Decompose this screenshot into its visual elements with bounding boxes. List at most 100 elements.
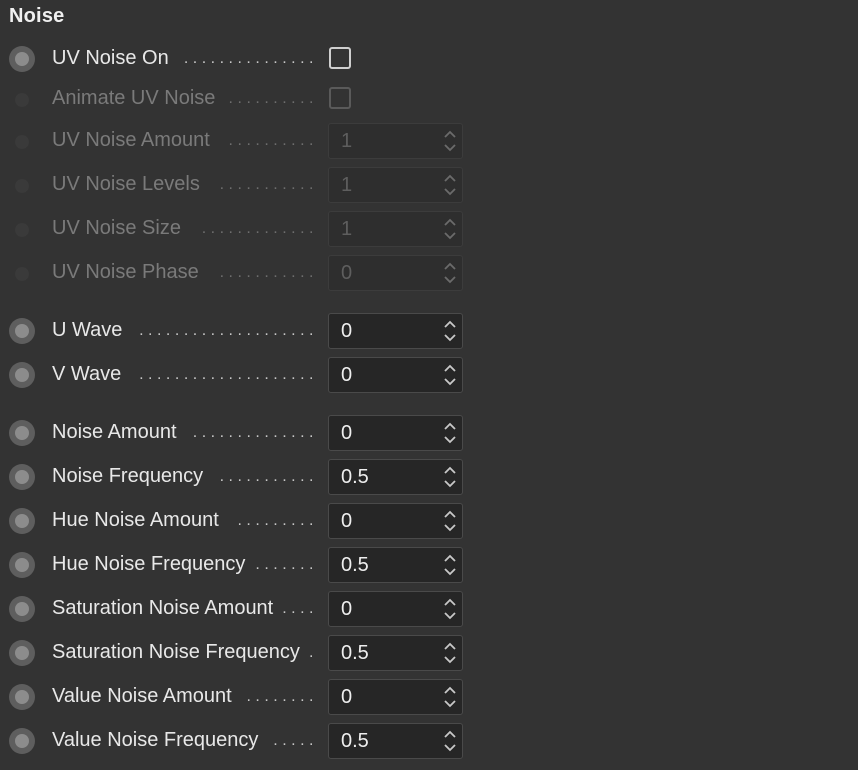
param-row-value-noise-amount: Value Noise Amount........ 0 bbox=[0, 678, 858, 716]
param-row-value-noise-frequency: Value Noise Frequency..... 0.5 bbox=[0, 722, 858, 760]
param-label: Value Noise Amount bbox=[52, 685, 232, 707]
spinner-arrows-icon[interactable] bbox=[443, 684, 457, 710]
field-value: 0.5 bbox=[341, 466, 369, 488]
leader-dots: .............. bbox=[192, 424, 318, 441]
keyframe-circle-icon bbox=[15, 93, 29, 107]
keyframe-circle-icon bbox=[15, 267, 29, 281]
leader-dots: ........... bbox=[219, 468, 318, 485]
spinner-arrows-icon bbox=[443, 128, 457, 154]
keyframe-circle-icon bbox=[15, 179, 29, 193]
u-wave-input[interactable]: 0 bbox=[328, 313, 463, 349]
keyframe-circle-icon[interactable] bbox=[9, 640, 35, 666]
keyframe-circle-icon[interactable] bbox=[9, 362, 35, 388]
leader-dots: .......... bbox=[228, 90, 318, 107]
keyframe-circle-icon[interactable] bbox=[9, 596, 35, 622]
leader-dots: ............. bbox=[201, 220, 318, 237]
field-value: 1 bbox=[341, 130, 353, 152]
field-value: 0 bbox=[341, 598, 353, 620]
saturation-noise-amount-input[interactable]: 0 bbox=[328, 591, 463, 627]
spinner-arrows-icon[interactable] bbox=[443, 508, 457, 534]
spinner-arrows-icon[interactable] bbox=[443, 420, 457, 446]
keyframe-circle-icon[interactable] bbox=[9, 46, 35, 72]
leader-dots: . bbox=[309, 644, 318, 661]
spinner-arrows-icon[interactable] bbox=[443, 640, 457, 666]
param-label: UV Noise Phase bbox=[52, 261, 199, 283]
field-value: 0 bbox=[341, 686, 353, 708]
spinner-arrows-icon[interactable] bbox=[443, 362, 457, 388]
param-label: Saturation Noise Amount bbox=[52, 597, 274, 619]
animate-uv-noise-checkbox bbox=[329, 87, 351, 109]
hue-noise-amount-input[interactable]: 0 bbox=[328, 503, 463, 539]
param-row-saturation-noise-amount: Saturation Noise Amount.... 0 bbox=[0, 590, 858, 628]
leader-dots: .................... bbox=[139, 366, 318, 383]
uv-noise-levels-input: 1 bbox=[328, 167, 463, 203]
spinner-arrows-icon bbox=[443, 260, 457, 286]
field-value: 0.5 bbox=[341, 554, 369, 576]
spinner-arrows-icon[interactable] bbox=[443, 464, 457, 490]
leader-dots: ........... bbox=[219, 264, 318, 281]
param-row-uv-noise-levels: UV Noise Levels........... 1 bbox=[0, 166, 858, 204]
param-label: UV Noise Levels bbox=[52, 173, 200, 195]
leader-dots: ....... bbox=[255, 556, 318, 573]
param-label: Hue Noise Frequency bbox=[52, 553, 246, 575]
field-value: 0 bbox=[341, 320, 353, 342]
param-label: Noise Frequency bbox=[52, 465, 204, 487]
param-label: UV Noise Amount bbox=[52, 129, 210, 151]
spinner-arrows-icon[interactable] bbox=[443, 318, 457, 344]
param-row-u-wave: U Wave.................... 0 bbox=[0, 312, 858, 350]
keyframe-circle-icon[interactable] bbox=[9, 464, 35, 490]
param-row-hue-noise-amount: Hue Noise Amount......... 0 bbox=[0, 502, 858, 540]
section-title: Noise bbox=[9, 5, 65, 27]
value-noise-amount-input[interactable]: 0 bbox=[328, 679, 463, 715]
leader-dots: ........... bbox=[219, 176, 318, 193]
leader-dots: ......... bbox=[237, 512, 318, 529]
noise-frequency-input[interactable]: 0.5 bbox=[328, 459, 463, 495]
leader-dots: .... bbox=[282, 600, 318, 617]
param-row-saturation-noise-frequency: Saturation Noise Frequency. 0.5 bbox=[0, 634, 858, 672]
param-row-hue-noise-frequency: Hue Noise Frequency....... 0.5 bbox=[0, 546, 858, 584]
v-wave-input[interactable]: 0 bbox=[328, 357, 463, 393]
keyframe-circle-icon[interactable] bbox=[9, 420, 35, 446]
field-value: 0 bbox=[341, 262, 353, 284]
param-row-v-wave: V Wave.................... 0 bbox=[0, 356, 858, 394]
param-label: Noise Amount bbox=[52, 421, 177, 443]
keyframe-circle-icon[interactable] bbox=[9, 318, 35, 344]
keyframe-circle-icon[interactable] bbox=[9, 728, 35, 754]
keyframe-circle-icon[interactable] bbox=[9, 552, 35, 578]
param-row-noise-amount: Noise Amount.............. 0 bbox=[0, 414, 858, 452]
param-label: V Wave bbox=[52, 363, 122, 385]
param-row-uv-noise-amount: UV Noise Amount.......... 1 bbox=[0, 122, 858, 160]
noise-amount-input[interactable]: 0 bbox=[328, 415, 463, 451]
uv-noise-size-input: 1 bbox=[328, 211, 463, 247]
leader-dots: .................... bbox=[139, 322, 318, 339]
uv-noise-on-checkbox[interactable] bbox=[329, 47, 351, 69]
leader-dots: ........ bbox=[246, 688, 318, 705]
spinner-arrows-icon[interactable] bbox=[443, 552, 457, 578]
param-label: Value Noise Frequency bbox=[52, 729, 259, 751]
param-row-uv-noise-size: UV Noise Size............. 1 bbox=[0, 210, 858, 248]
param-label: UV Noise Size bbox=[52, 217, 181, 239]
hue-noise-frequency-input[interactable]: 0.5 bbox=[328, 547, 463, 583]
keyframe-circle-icon bbox=[15, 223, 29, 237]
uv-noise-amount-input: 1 bbox=[328, 123, 463, 159]
field-value: 1 bbox=[341, 218, 353, 240]
value-noise-frequency-input[interactable]: 0.5 bbox=[328, 723, 463, 759]
leader-dots: ............... bbox=[183, 50, 318, 67]
param-row-uv-noise-on: UV Noise On............... bbox=[0, 40, 858, 78]
spinner-arrows-icon[interactable] bbox=[443, 728, 457, 754]
param-row-noise-frequency: Noise Frequency........... 0.5 bbox=[0, 458, 858, 496]
field-value: 0 bbox=[341, 510, 353, 532]
spinner-arrows-icon[interactable] bbox=[443, 596, 457, 622]
param-label: Hue Noise Amount bbox=[52, 509, 219, 531]
param-label: U Wave bbox=[52, 319, 123, 341]
param-row-uv-noise-phase: UV Noise Phase........... 0 bbox=[0, 254, 858, 292]
field-value: 1 bbox=[341, 174, 353, 196]
saturation-noise-frequency-input[interactable]: 0.5 bbox=[328, 635, 463, 671]
keyframe-circle-icon[interactable] bbox=[9, 684, 35, 710]
spinner-arrows-icon bbox=[443, 172, 457, 198]
field-value: 0.5 bbox=[341, 642, 369, 664]
keyframe-circle-icon bbox=[15, 135, 29, 149]
field-value: 0 bbox=[341, 364, 353, 386]
keyframe-circle-icon[interactable] bbox=[9, 508, 35, 534]
param-label: Saturation Noise Frequency bbox=[52, 641, 300, 663]
